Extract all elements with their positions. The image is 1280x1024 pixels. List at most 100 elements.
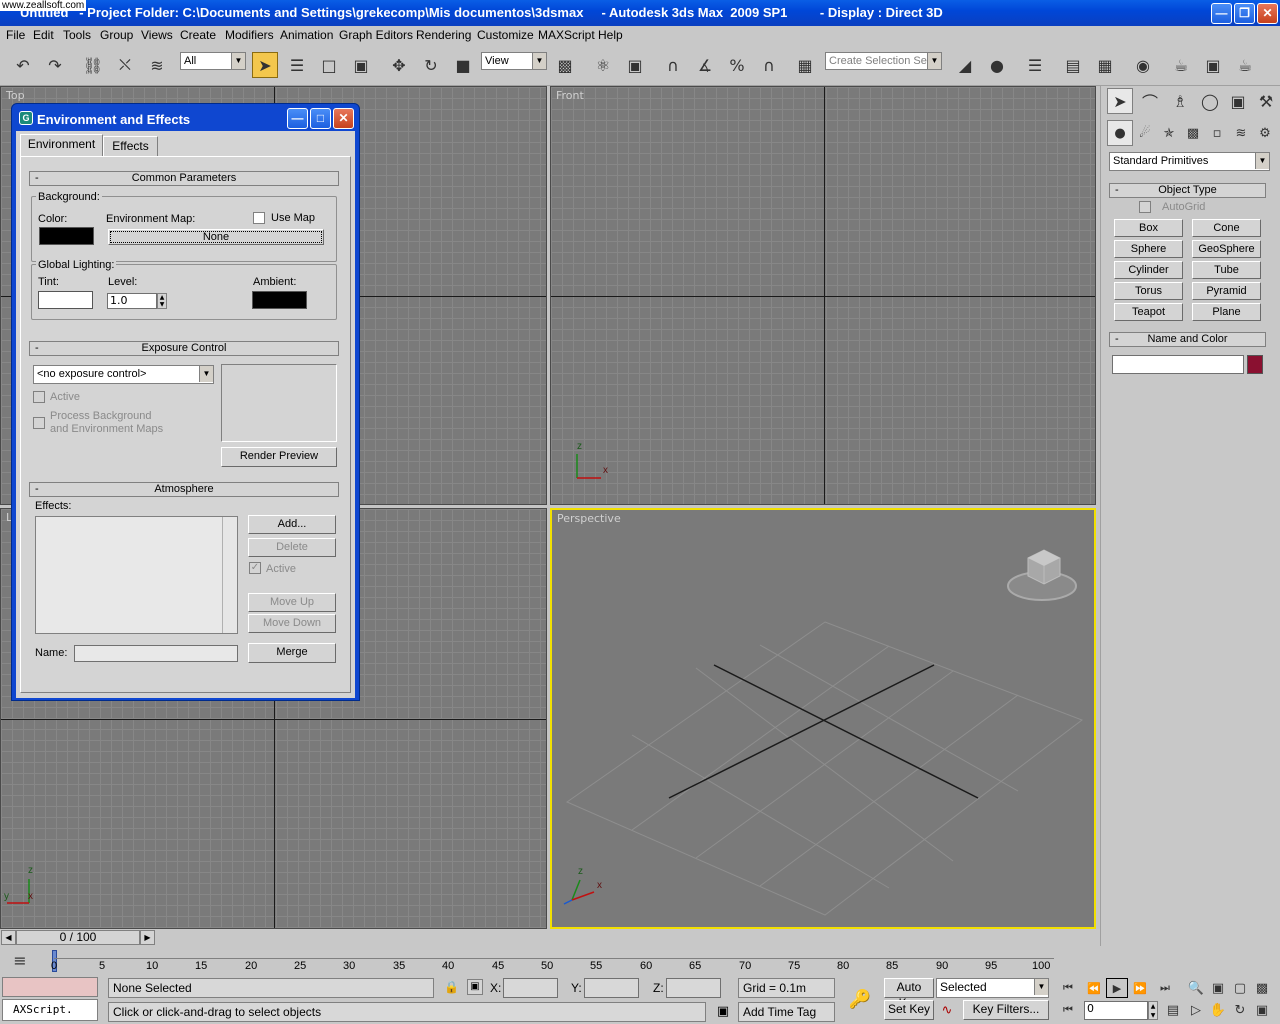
maxscript-listener-top[interactable] bbox=[2, 977, 98, 997]
restore-button[interactable]: ❐ bbox=[1234, 3, 1255, 24]
key-mode-dropdown[interactable]: Selected ▼ bbox=[936, 978, 1049, 998]
object-type-rollout[interactable]: - Object Type bbox=[1109, 183, 1266, 198]
percent-snap-icon[interactable]: % bbox=[724, 52, 750, 78]
keyboard-shortcut-icon[interactable]: ▣ bbox=[622, 52, 648, 78]
plane-button[interactable]: Plane bbox=[1192, 303, 1261, 321]
key-filters-button[interactable]: Key Filters... bbox=[963, 1000, 1049, 1020]
cylinder-button[interactable]: Cylinder bbox=[1114, 261, 1183, 279]
chevron-left-icon[interactable]: ◀ bbox=[1, 930, 16, 945]
use-map-checkbox[interactable] bbox=[253, 212, 265, 224]
zoom-extents-icon[interactable]: ▢ bbox=[1230, 978, 1250, 998]
bind-space-warp-icon[interactable]: ≋ bbox=[144, 52, 170, 78]
cone-button[interactable]: Cone bbox=[1192, 219, 1261, 237]
menu-animation[interactable]: Animation bbox=[280, 28, 333, 42]
reference-coordinate-dropdown[interactable]: View ▼ bbox=[481, 52, 547, 70]
move-down-button[interactable]: Move Down bbox=[248, 614, 336, 633]
edit-named-selection-icon[interactable]: ▦ bbox=[792, 52, 818, 78]
zoom-extents-all-icon[interactable]: ▩ bbox=[1252, 978, 1272, 998]
key-icon[interactable]: 🔑 bbox=[845, 984, 875, 1014]
menu-tools[interactable]: Tools bbox=[63, 28, 91, 42]
modify-tab-icon[interactable]: ⌒ bbox=[1137, 88, 1163, 114]
rotate-icon[interactable]: ↻ bbox=[418, 52, 444, 78]
dialog-minimize-button[interactable]: — bbox=[287, 108, 308, 129]
level-spinner[interactable]: ▲ ▼ bbox=[157, 293, 167, 309]
process-background-checkbox[interactable] bbox=[33, 417, 45, 429]
play-icon[interactable]: ▶ bbox=[1106, 978, 1128, 998]
viewport-front[interactable]: Front z x bbox=[550, 86, 1096, 505]
time-slider[interactable]: ◀ 0 / 100 ▶ bbox=[0, 929, 1100, 946]
align-icon[interactable]: ● bbox=[984, 52, 1010, 78]
key-mode-toggle-icon[interactable]: ⏮ bbox=[1057, 1000, 1079, 1020]
add-time-tag-button[interactable]: Add Time Tag bbox=[738, 1002, 835, 1022]
menu-modifiers[interactable]: Modifiers bbox=[225, 28, 274, 42]
geosphere-button[interactable]: GeoSphere bbox=[1192, 240, 1261, 258]
auto-key-button[interactable]: Auto Key bbox=[884, 978, 934, 1010]
schematic-view-icon[interactable]: ▦ bbox=[1092, 52, 1118, 78]
frame-spinner[interactable]: ▲ ▼ bbox=[1148, 1001, 1158, 1020]
next-frame-icon[interactable]: ⏩ bbox=[1129, 978, 1151, 998]
default-in-out-tangent-icon[interactable]: ∿ bbox=[936, 1000, 958, 1020]
category-dropdown[interactable]: Standard Primitives ▼ bbox=[1109, 152, 1270, 171]
geometry-icon[interactable]: ● bbox=[1107, 120, 1133, 146]
space-warps-icon[interactable]: ≋ bbox=[1228, 120, 1254, 146]
field-of-view-icon[interactable]: ▷ bbox=[1186, 1000, 1206, 1020]
redo-icon[interactable]: ↷ bbox=[42, 52, 68, 78]
create-tab-icon[interactable]: ➤ bbox=[1107, 88, 1133, 114]
unlink-icon[interactable]: ⛌ bbox=[112, 52, 138, 78]
exposure-control-rollout[interactable]: - Exposure Control bbox=[29, 341, 339, 356]
time-tag-icon[interactable]: ▣ bbox=[713, 1004, 733, 1022]
menu-help[interactable]: Help bbox=[598, 28, 623, 42]
background-color-swatch[interactable] bbox=[39, 227, 94, 245]
selection-filter-dropdown[interactable]: All ▼ bbox=[180, 52, 246, 70]
go-to-end-icon[interactable]: ⏭ bbox=[1154, 978, 1176, 998]
orbit-icon[interactable]: ↻ bbox=[1230, 1000, 1250, 1020]
time-configuration-icon[interactable]: ▤ bbox=[1162, 1000, 1184, 1020]
minimize-button[interactable]: — bbox=[1211, 3, 1232, 24]
render-setup-icon[interactable]: ☕ bbox=[1168, 52, 1194, 78]
z-coordinate-input[interactable] bbox=[666, 978, 721, 998]
object-name-input[interactable] bbox=[1112, 355, 1244, 374]
atmosphere-rollout[interactable]: - Atmosphere bbox=[29, 482, 339, 497]
menu-edit[interactable]: Edit bbox=[33, 28, 54, 42]
torus-button[interactable]: Torus bbox=[1114, 282, 1183, 300]
environment-map-button[interactable]: None bbox=[108, 229, 324, 245]
close-button[interactable]: ✕ bbox=[1257, 3, 1278, 24]
menu-create[interactable]: Create bbox=[180, 28, 216, 42]
name-and-color-rollout[interactable]: - Name and Color bbox=[1109, 332, 1266, 347]
atmosphere-active-checkbox[interactable]: ✓ bbox=[249, 562, 261, 574]
snaps-toggle-icon[interactable]: ∩ bbox=[660, 52, 686, 78]
effect-name-input[interactable] bbox=[74, 645, 238, 662]
menu-views[interactable]: Views bbox=[141, 28, 173, 42]
chevron-right-icon[interactable]: ▶ bbox=[140, 930, 155, 945]
menu-maxscript[interactable]: MAXScript bbox=[538, 28, 595, 42]
go-to-start-icon[interactable]: ⏮ bbox=[1057, 978, 1079, 998]
x-coordinate-input[interactable] bbox=[503, 978, 558, 998]
angle-snap-icon[interactable]: ∡ bbox=[692, 52, 718, 78]
pivot-center-icon[interactable]: ▩ bbox=[552, 52, 578, 78]
exposure-control-dropdown[interactable]: <no exposure control> ▼ bbox=[33, 365, 214, 384]
curve-editor-icon[interactable]: ▤ bbox=[1060, 52, 1086, 78]
zoom-all-icon[interactable]: ▣ bbox=[1208, 978, 1228, 998]
layer-manager-icon[interactable]: ☰ bbox=[1022, 52, 1048, 78]
previous-frame-icon[interactable]: ⏪ bbox=[1083, 978, 1105, 998]
dialog-close-button[interactable]: ✕ bbox=[333, 108, 354, 129]
maximize-viewport-icon[interactable]: ▣ bbox=[1252, 1000, 1272, 1020]
cameras-icon[interactable]: ▩ bbox=[1180, 120, 1206, 146]
menu-rendering[interactable]: Rendering bbox=[416, 28, 471, 42]
zoom-icon[interactable]: 🔍 bbox=[1186, 978, 1206, 998]
scale-icon[interactable]: ■ bbox=[450, 52, 476, 78]
render-preview-button[interactable]: Render Preview bbox=[221, 447, 337, 467]
rectangular-region-icon[interactable]: □ bbox=[316, 52, 342, 78]
viewcube-icon[interactable] bbox=[1006, 544, 1082, 606]
window-crossing-icon[interactable]: ▣ bbox=[348, 52, 374, 78]
viewport-perspective[interactable]: Perspective z x bbox=[550, 508, 1096, 929]
tint-color-swatch[interactable] bbox=[38, 291, 93, 309]
box-button[interactable]: Box bbox=[1114, 219, 1183, 237]
motion-tab-icon[interactable]: ◯ bbox=[1197, 88, 1223, 114]
tube-button[interactable]: Tube bbox=[1192, 261, 1261, 279]
move-up-button[interactable]: Move Up bbox=[248, 593, 336, 612]
sphere-button[interactable]: Sphere bbox=[1114, 240, 1183, 258]
open-mini-curve-editor-icon[interactable]: ≡ bbox=[8, 948, 32, 972]
ambient-color-swatch[interactable] bbox=[252, 291, 307, 309]
menu-group[interactable]: Group bbox=[100, 28, 133, 42]
